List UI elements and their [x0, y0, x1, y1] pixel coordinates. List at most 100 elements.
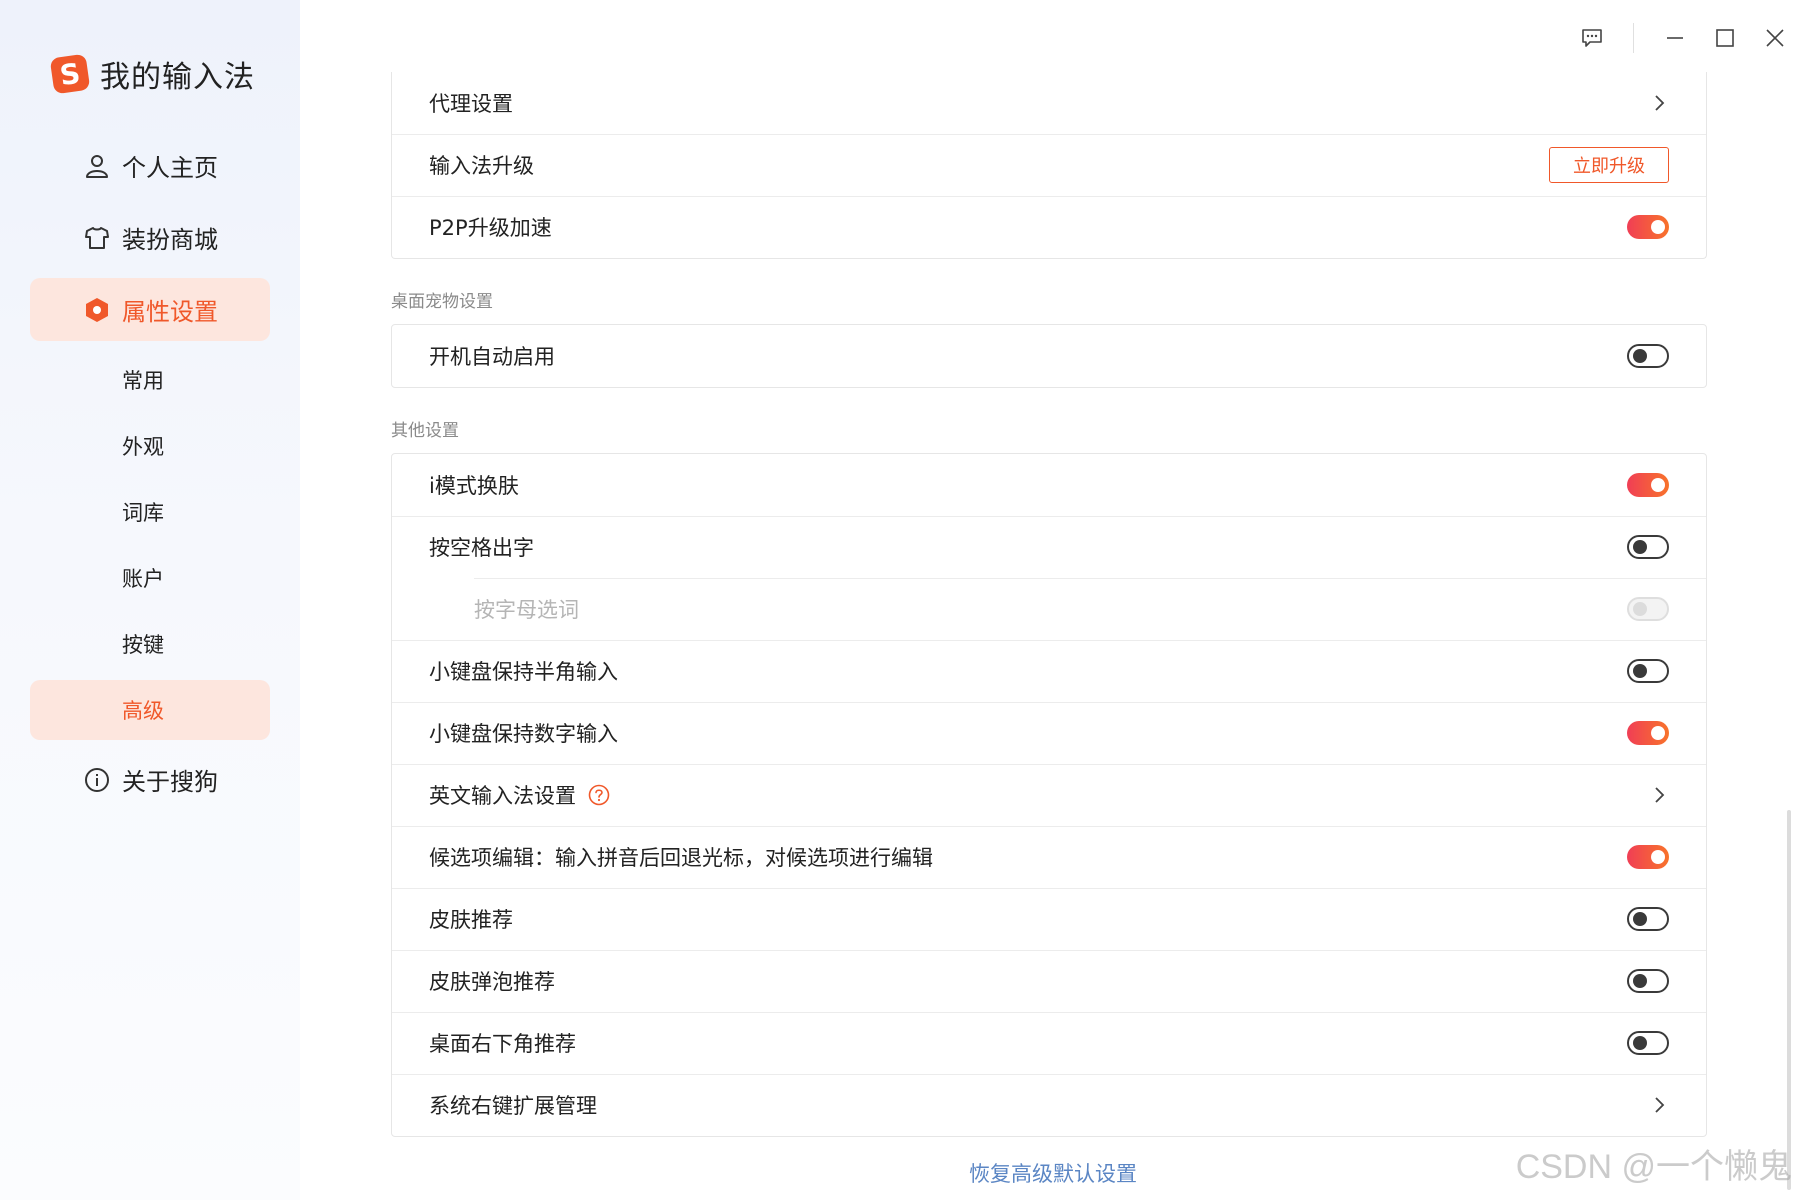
- sidebar-item-label: 属性设置: [122, 298, 218, 326]
- chevron-right-icon: [1655, 787, 1665, 803]
- sidebar-item-skins[interactable]: 装扮商城: [30, 206, 270, 269]
- toggle-knob: [1633, 540, 1647, 554]
- setting-label: 代理设置: [429, 92, 513, 116]
- update-settings-card: 代理设置 输入法升级 立即升级 P2P升级加速: [391, 72, 1707, 259]
- toggle-knob: [1651, 726, 1665, 740]
- subnav-item-appearance[interactable]: 外观: [30, 416, 270, 476]
- toggle-knob: [1633, 349, 1647, 363]
- skin-bubble-toggle[interactable]: [1627, 969, 1669, 993]
- setting-row-autostart: 开机自动启用: [392, 325, 1706, 387]
- desktop-corner-toggle[interactable]: [1627, 1031, 1669, 1055]
- setting-row-letter-select: 按字母选词: [392, 578, 1706, 640]
- setting-row-numpad-halfwidth: 小键盘保持半角输入: [392, 640, 1706, 702]
- maximize-button[interactable]: [1700, 18, 1750, 58]
- setting-label: 按字母选词: [474, 598, 579, 622]
- setting-label: 开机自动启用: [429, 345, 555, 369]
- close-icon: [1766, 29, 1784, 47]
- feedback-button[interactable]: [1567, 18, 1617, 58]
- user-icon: [86, 155, 108, 178]
- space-commit-toggle[interactable]: [1627, 535, 1669, 559]
- setting-label: 小键盘保持数字输入: [429, 722, 618, 746]
- setting-row-english-ime[interactable]: 英文输入法设置: [392, 764, 1706, 826]
- setting-label: 桌面右下角推荐: [429, 1032, 576, 1056]
- toggle-knob: [1633, 602, 1647, 616]
- tshirt-icon: [85, 227, 109, 249]
- setting-label: P2P升级加速: [429, 216, 552, 240]
- brand: S 我的输入法: [50, 52, 255, 96]
- setting-label: 小键盘保持半角输入: [429, 660, 618, 684]
- sidebar-item-label: 关于搜狗: [122, 768, 218, 796]
- chevron-right-icon: [1655, 95, 1665, 111]
- skin-recommend-toggle[interactable]: [1627, 907, 1669, 931]
- window-controls: [1567, 18, 1800, 58]
- toggle-knob: [1633, 664, 1647, 678]
- setting-row-skin-recommend: 皮肤推荐: [392, 888, 1706, 950]
- minimize-button[interactable]: [1650, 18, 1700, 58]
- subnav-item-account[interactable]: 账户: [30, 548, 270, 608]
- i-mode-skin-toggle[interactable]: [1627, 473, 1669, 497]
- candidate-edit-toggle[interactable]: [1627, 845, 1669, 869]
- toggle-knob: [1651, 850, 1665, 864]
- toggle-knob: [1633, 912, 1647, 926]
- toggle-knob: [1651, 220, 1665, 234]
- setting-label: 英文输入法设置: [429, 784, 576, 808]
- setting-row-desktop-corner: 桌面右下角推荐: [392, 1012, 1706, 1074]
- setting-label: 候选项编辑：输入拼音后回退光标，对候选项进行编辑: [429, 846, 933, 870]
- upgrade-now-button[interactable]: 立即升级: [1549, 147, 1669, 183]
- setting-label: 输入法升级: [429, 154, 534, 178]
- toggle-knob: [1633, 1036, 1647, 1050]
- toggle-knob: [1633, 974, 1647, 988]
- setting-row-upgrade: 输入法升级 立即升级: [392, 134, 1706, 196]
- feedback-icon: [1582, 29, 1602, 47]
- section-title-other: 其他设置: [391, 421, 459, 441]
- pet-settings-card: 开机自动启用: [391, 324, 1707, 388]
- sidebar-item-profile[interactable]: 个人主页: [30, 134, 270, 197]
- subnav-item-common[interactable]: 常用: [30, 350, 270, 410]
- sidebar: S 我的输入法 个人主页 装扮商城 属性设置 常用 外观 词库 账户 按键 高级…: [0, 0, 300, 1200]
- section-title-pet: 桌面宠物设置: [391, 292, 493, 312]
- watermark: CSDN @一个懒鬼: [1515, 1148, 1792, 1186]
- p2p-toggle[interactable]: [1627, 215, 1669, 239]
- autostart-toggle[interactable]: [1627, 344, 1669, 368]
- minimize-icon: [1667, 37, 1683, 39]
- brand-name: 我的输入法: [100, 60, 255, 95]
- setting-row-context-menu[interactable]: 系统右键扩展管理: [392, 1074, 1706, 1136]
- sidebar-item-label: 个人主页: [122, 154, 218, 182]
- numpad-halfwidth-toggle[interactable]: [1627, 659, 1669, 683]
- sidebar-item-about[interactable]: 关于搜狗: [30, 748, 270, 811]
- setting-label: i模式换肤: [429, 474, 519, 498]
- restore-defaults-link[interactable]: 恢复高级默认设置: [969, 1158, 1137, 1188]
- setting-row-numpad-digits: 小键盘保持数字输入: [392, 702, 1706, 764]
- setting-row-space-commit: 按空格出字: [392, 516, 1706, 578]
- chevron-right-icon: [1655, 1097, 1665, 1113]
- settings-content: 代理设置 输入法升级 立即升级 P2P升级加速 桌面宠物设置 开机自动启用 其他…: [391, 72, 1707, 1137]
- setting-row-candidate-edit: 候选项编辑：输入拼音后回退光标，对候选项进行编辑: [392, 826, 1706, 888]
- setting-row-p2p: P2P升级加速: [392, 196, 1706, 258]
- info-icon: [85, 768, 109, 792]
- setting-label: 按空格出字: [429, 536, 534, 560]
- help-icon[interactable]: [588, 784, 610, 806]
- close-button[interactable]: [1750, 18, 1800, 58]
- setting-label: 皮肤推荐: [429, 908, 513, 932]
- settings-subnav: 常用 外观 词库 账户 按键 高级: [30, 350, 270, 740]
- subnav-item-advanced[interactable]: 高级: [30, 680, 270, 740]
- subnav-item-dictionary[interactable]: 词库: [30, 482, 270, 542]
- titlebar-divider: [1633, 23, 1634, 53]
- sidebar-item-settings[interactable]: 属性设置: [30, 278, 270, 341]
- sogou-s-logo-icon: S: [50, 54, 90, 94]
- setting-row-proxy[interactable]: 代理设置: [392, 72, 1706, 134]
- toggle-knob: [1651, 478, 1665, 492]
- scrollbar[interactable]: [1787, 810, 1791, 1190]
- letter-select-toggle: [1627, 597, 1669, 621]
- maximize-icon: [1716, 29, 1734, 47]
- setting-label: 系统右键扩展管理: [429, 1094, 597, 1118]
- setting-label-wrap: 英文输入法设置: [429, 780, 610, 810]
- setting-row-i-mode-skin: i模式换肤: [392, 454, 1706, 516]
- numpad-digits-toggle[interactable]: [1627, 721, 1669, 745]
- setting-label: 皮肤弹泡推荐: [429, 970, 555, 994]
- sidebar-item-label: 装扮商城: [122, 226, 218, 254]
- sidebar-nav: 个人主页 装扮商城 属性设置 常用 外观 词库 账户 按键 高级 关于搜狗: [30, 134, 270, 820]
- other-settings-card: i模式换肤 按空格出字 按字母选词 小键盘保持半角输入 小键盘保持数字输入 英文…: [391, 453, 1707, 1137]
- hexagon-settings-icon: [86, 298, 108, 322]
- subnav-item-keys[interactable]: 按键: [30, 614, 270, 674]
